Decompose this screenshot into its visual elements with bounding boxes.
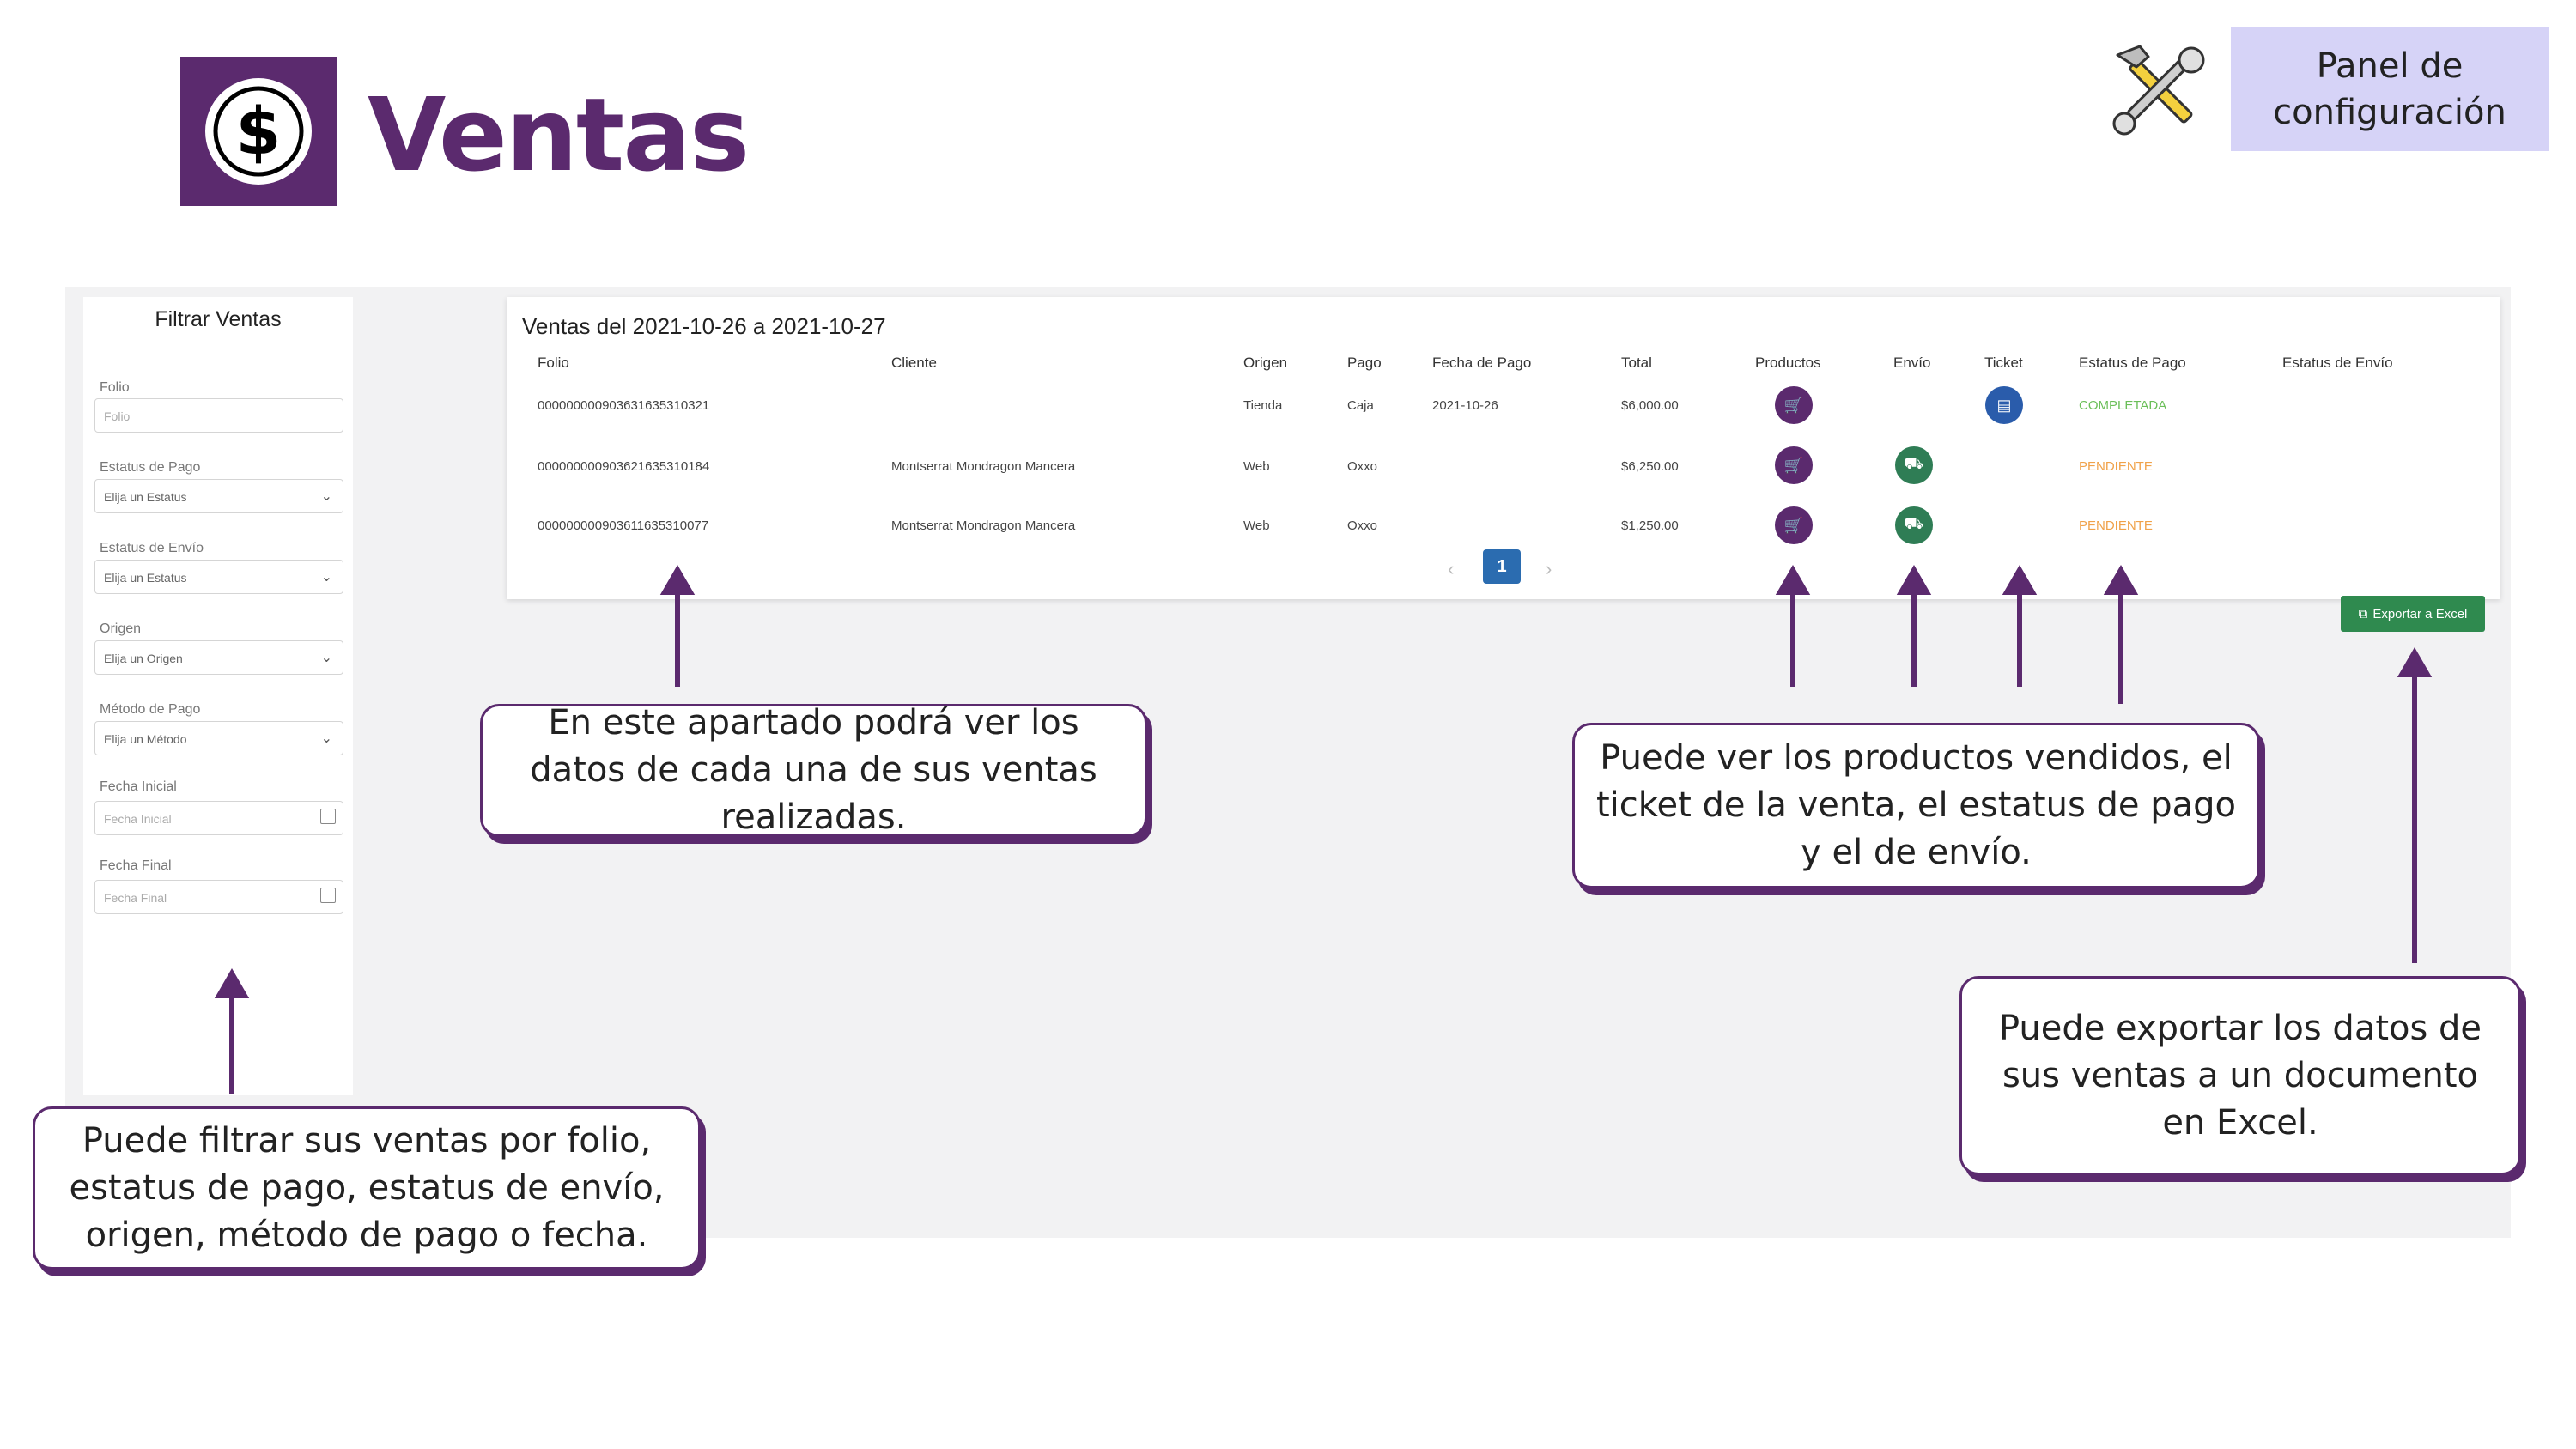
tools-icon (2112, 45, 2205, 136)
cart-icon[interactable]: 🛒 (1775, 506, 1813, 544)
page-button-current[interactable]: 1 (1483, 549, 1521, 584)
row3-estatus-pago: PENDIENTE (2079, 518, 2153, 533)
col-cliente: Cliente (891, 355, 937, 371)
row2-pago: Oxxo (1347, 459, 1378, 474)
document-icon[interactable]: ▤ (1985, 386, 2023, 424)
start-date-label: Fecha Inicial (100, 779, 177, 794)
col-origen: Origen (1243, 355, 1288, 371)
payment-method-label: Método de Pago (100, 702, 201, 717)
calendar-icon (320, 809, 336, 824)
callout-export: Puede exportar los datos de sus ventas a… (1959, 976, 2521, 1175)
row3-pago: Oxxo (1347, 518, 1378, 533)
shipping-status-label: Estatus de Envío (100, 541, 204, 555)
callout-table: En este apartado podrá ver los datos de … (480, 703, 1147, 837)
folio-label: Folio (100, 380, 130, 395)
row2-folio: 000000000903621635310184 (538, 459, 710, 474)
origin-label: Origen (100, 621, 142, 636)
sales-heading: Ventas del 2021-10-26 a 2021-10-27 (522, 313, 886, 339)
chevron-down-icon: ⌄ (320, 651, 332, 665)
shipping-status-value: Elija un Estatus (104, 571, 187, 585)
col-estatus-envio: Estatus de Envío (2282, 355, 2393, 371)
end-date-label: Fecha Final (100, 858, 172, 873)
col-fecha-pago: Fecha de Pago (1432, 355, 1532, 371)
col-ticket: Ticket (1984, 355, 2023, 371)
payment-method-select[interactable]: Elija un Método ⌄ (94, 721, 343, 755)
callout-filters: Puede filtrar sus ventas por folio, esta… (33, 1106, 701, 1270)
end-date-placeholder: Fecha Final (104, 891, 167, 905)
origin-value: Elija un Origen (104, 652, 183, 665)
chevron-down-icon: ⌄ (320, 570, 332, 585)
truck-icon[interactable]: ⛟ (1895, 506, 1933, 544)
export-excel-button[interactable]: ⧉ Exportar a Excel (2341, 596, 2485, 632)
prev-page-button[interactable]: ‹ (1448, 558, 1454, 580)
payment-status-value: Elija un Estatus (104, 490, 187, 504)
row3-cliente: Montserrat Mondragon Mancera (891, 518, 1076, 533)
row1-origen: Tienda (1243, 398, 1283, 413)
truck-icon[interactable]: ⛟ (1895, 446, 1933, 484)
row2-origen: Web (1243, 459, 1270, 474)
dollar-coin-icon: $ (205, 78, 312, 185)
payment-status-label: Estatus de Pago (100, 460, 201, 475)
origin-select[interactable]: Elija un Origen ⌄ (94, 640, 343, 675)
row3-folio: 000000000903611635310077 (538, 518, 709, 533)
row1-estatus-pago: COMPLETADA (2079, 398, 2167, 413)
row1-pago: Caja (1347, 398, 1374, 413)
col-productos: Productos (1755, 355, 1821, 371)
svg-text:$: $ (236, 93, 282, 169)
shipping-status-select[interactable]: Elija un Estatus ⌄ (94, 560, 343, 594)
row3-origen: Web (1243, 518, 1270, 533)
col-total: Total (1621, 355, 1652, 371)
start-date-input[interactable]: Fecha Inicial (94, 801, 343, 835)
calendar-icon (320, 888, 336, 903)
callout-columns: Puede ver los productos vendidos, el tic… (1572, 723, 2260, 888)
cart-icon[interactable]: 🛒 (1775, 386, 1813, 424)
page-title: Ventas (368, 76, 750, 194)
col-folio: Folio (538, 355, 569, 371)
col-envio: Envío (1893, 355, 1931, 371)
col-estatus-pago: Estatus de Pago (2079, 355, 2186, 371)
col-pago: Pago (1347, 355, 1382, 371)
row3-total: $1,250.00 (1621, 518, 1679, 533)
chevron-down-icon: ⌄ (320, 489, 332, 504)
row2-cliente: Montserrat Mondragon Mancera (891, 459, 1076, 474)
payment-method-value: Elija un Método (104, 732, 187, 746)
external-link-icon: ⧉ (2358, 606, 2368, 621)
chevron-down-icon: ⌄ (320, 731, 332, 746)
cart-icon[interactable]: 🛒 (1775, 446, 1813, 484)
export-label: Exportar a Excel (2372, 606, 2468, 621)
row1-total: $6,000.00 (1621, 398, 1679, 413)
row1-folio: 000000000903631635310321 (538, 398, 710, 413)
end-date-input[interactable]: Fecha Final (94, 880, 343, 914)
row2-total: $6,250.00 (1621, 459, 1679, 474)
config-panel-button[interactable]: Panel de configuración (2231, 27, 2549, 151)
row1-fecha-pago: 2021-10-26 (1432, 398, 1498, 413)
payment-status-select[interactable]: Elija un Estatus ⌄ (94, 479, 343, 513)
row2-estatus-pago: PENDIENTE (2079, 459, 2153, 474)
start-date-placeholder: Fecha Inicial (104, 812, 172, 826)
logo: $ (180, 57, 337, 206)
next-page-button[interactable]: › (1546, 558, 1552, 580)
filter-title: Filtrar Ventas (155, 307, 282, 331)
folio-input[interactable]: Folio (94, 398, 343, 433)
